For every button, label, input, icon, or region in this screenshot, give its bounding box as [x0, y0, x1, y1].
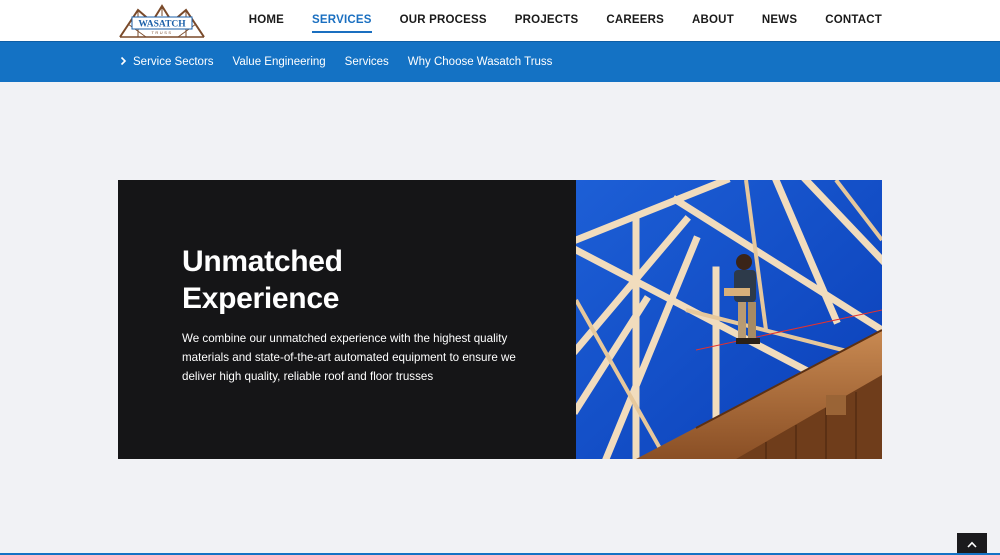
experience-heading: Unmatched Experience — [182, 243, 542, 317]
experience-text-block: Unmatched Experience We combine our unma… — [182, 243, 542, 386]
wasatch-truss-logo[interactable]: WASATCH TRUSS — [118, 2, 206, 39]
truss-construction-photo — [576, 180, 882, 459]
logo-text: WASATCH — [138, 20, 186, 30]
subnav-value-engineering[interactable]: Value Engineering — [233, 56, 326, 68]
site-header: WASATCH TRUSS HOME SERVICES OUR PROCESS … — [0, 0, 1000, 41]
nav-about[interactable]: ABOUT — [692, 0, 734, 41]
nav-news[interactable]: NEWS — [762, 0, 797, 41]
chevron-right-icon — [120, 55, 127, 69]
nav-contact[interactable]: CONTACT — [825, 0, 882, 41]
main-nav: HOME SERVICES OUR PROCESS PROJECTS CAREE… — [221, 0, 882, 41]
nav-projects[interactable]: PROJECTS — [515, 0, 579, 41]
heading-line-2: Experience — [182, 282, 340, 315]
subnav-why-choose[interactable]: Why Choose Wasatch Truss — [408, 56, 553, 68]
nav-home[interactable]: HOME — [249, 0, 284, 41]
experience-description: We combine our unmatched experience with… — [182, 332, 516, 383]
logo-subtext: TRUSS — [151, 30, 172, 35]
subnav-services[interactable]: Services — [345, 56, 389, 68]
heading-line-1: Unmatched — [182, 245, 343, 278]
experience-card: Unmatched Experience We combine our unma… — [118, 180, 882, 459]
nav-careers[interactable]: CAREERS — [606, 0, 664, 41]
nav-services[interactable]: SERVICES — [312, 0, 372, 41]
nav-our-process[interactable]: OUR PROCESS — [400, 0, 487, 41]
chevron-up-icon — [967, 535, 977, 553]
back-to-top-button[interactable] — [957, 533, 987, 555]
sub-nav-bar: Service Sectors Value Engineering Servic… — [0, 41, 1000, 82]
subnav-service-sectors[interactable]: Service Sectors — [133, 56, 214, 68]
